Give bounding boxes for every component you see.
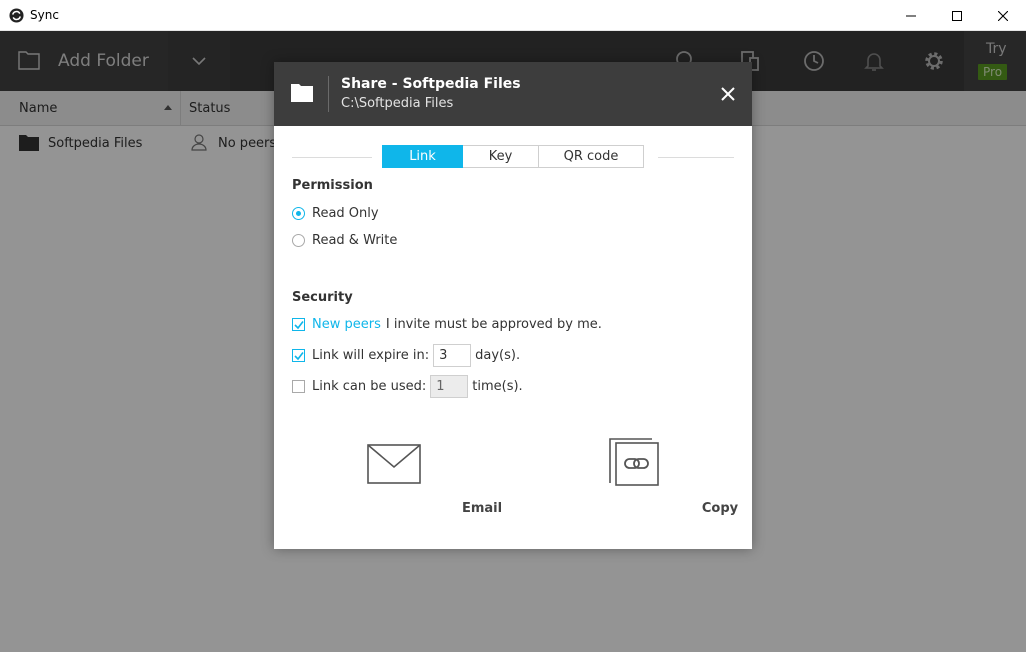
checkmark-icon [294, 351, 304, 360]
share-tabs: Link Key QR code [382, 145, 644, 168]
radio-read-only-label: Read Only [312, 205, 379, 221]
copy-label: Copy [701, 501, 739, 516]
maximize-button[interactable] [934, 0, 980, 31]
envelope-icon [367, 444, 421, 484]
tab-link[interactable]: Link [382, 145, 463, 168]
link-uses-option: Link can be used: 1 time(s). [292, 374, 523, 398]
new-peers-text: I invite must be approved by me. [385, 316, 602, 332]
tabs-divider-right [658, 157, 734, 158]
link-uses-label: Link can be used: [312, 378, 427, 394]
expire-unit-label: day(s). [475, 347, 521, 363]
dialog-header: Share - Softpedia Files C:\Softpedia Fil… [274, 62, 752, 126]
radio-read-only[interactable]: Read Only [292, 203, 379, 223]
copy-link-icon [609, 438, 659, 486]
tab-key[interactable]: Key [463, 145, 539, 168]
tabs-divider-left [292, 157, 372, 158]
link-expire-label: Link will expire in: [312, 347, 430, 363]
tab-qr-code[interactable]: QR code [539, 145, 644, 168]
radio-read-only-indicator[interactable] [292, 206, 305, 220]
link-expire-checkbox[interactable] [292, 348, 305, 362]
link-uses-checkbox[interactable] [292, 379, 305, 393]
share-dialog: Share - Softpedia Files C:\Softpedia Fil… [274, 62, 752, 549]
security-heading: Security [292, 290, 353, 305]
dialog-folder-path: C:\Softpedia Files [341, 96, 454, 111]
window-titlebar: Sync [0, 0, 1026, 31]
new-peers-link[interactable]: New peers [312, 317, 381, 332]
window-title: Sync [30, 8, 59, 22]
folder-icon [291, 84, 313, 102]
email-label: Email [461, 501, 503, 516]
new-peers-approval-option: New peers I invite must be approved by m… [292, 314, 602, 334]
dialog-title: Share - Softpedia Files [341, 76, 521, 92]
minimize-icon [906, 15, 916, 16]
expire-days-input[interactable]: 3 [433, 343, 472, 367]
header-divider [328, 76, 329, 112]
checkmark-icon [294, 320, 304, 329]
uses-unit-label: time(s). [472, 378, 523, 394]
radio-read-write-label: Read & Write [312, 232, 398, 248]
uses-count-input: 1 [430, 374, 469, 398]
new-peers-checkbox[interactable] [292, 317, 305, 331]
link-expire-option: Link will expire in: 3 day(s). [292, 343, 521, 367]
copy-action-button[interactable]: Copy [574, 437, 738, 516]
radio-read-write[interactable]: Read & Write [292, 230, 397, 250]
radio-read-write-indicator[interactable] [292, 233, 305, 247]
permission-heading: Permission [292, 178, 373, 193]
maximize-icon [952, 10, 962, 21]
sync-app-icon [9, 8, 24, 23]
email-action-button[interactable]: Email [334, 437, 502, 516]
close-icon [998, 10, 1008, 21]
window-close-button[interactable] [980, 0, 1026, 31]
minimize-button[interactable] [888, 0, 934, 31]
dialog-close-icon[interactable] [720, 86, 736, 102]
